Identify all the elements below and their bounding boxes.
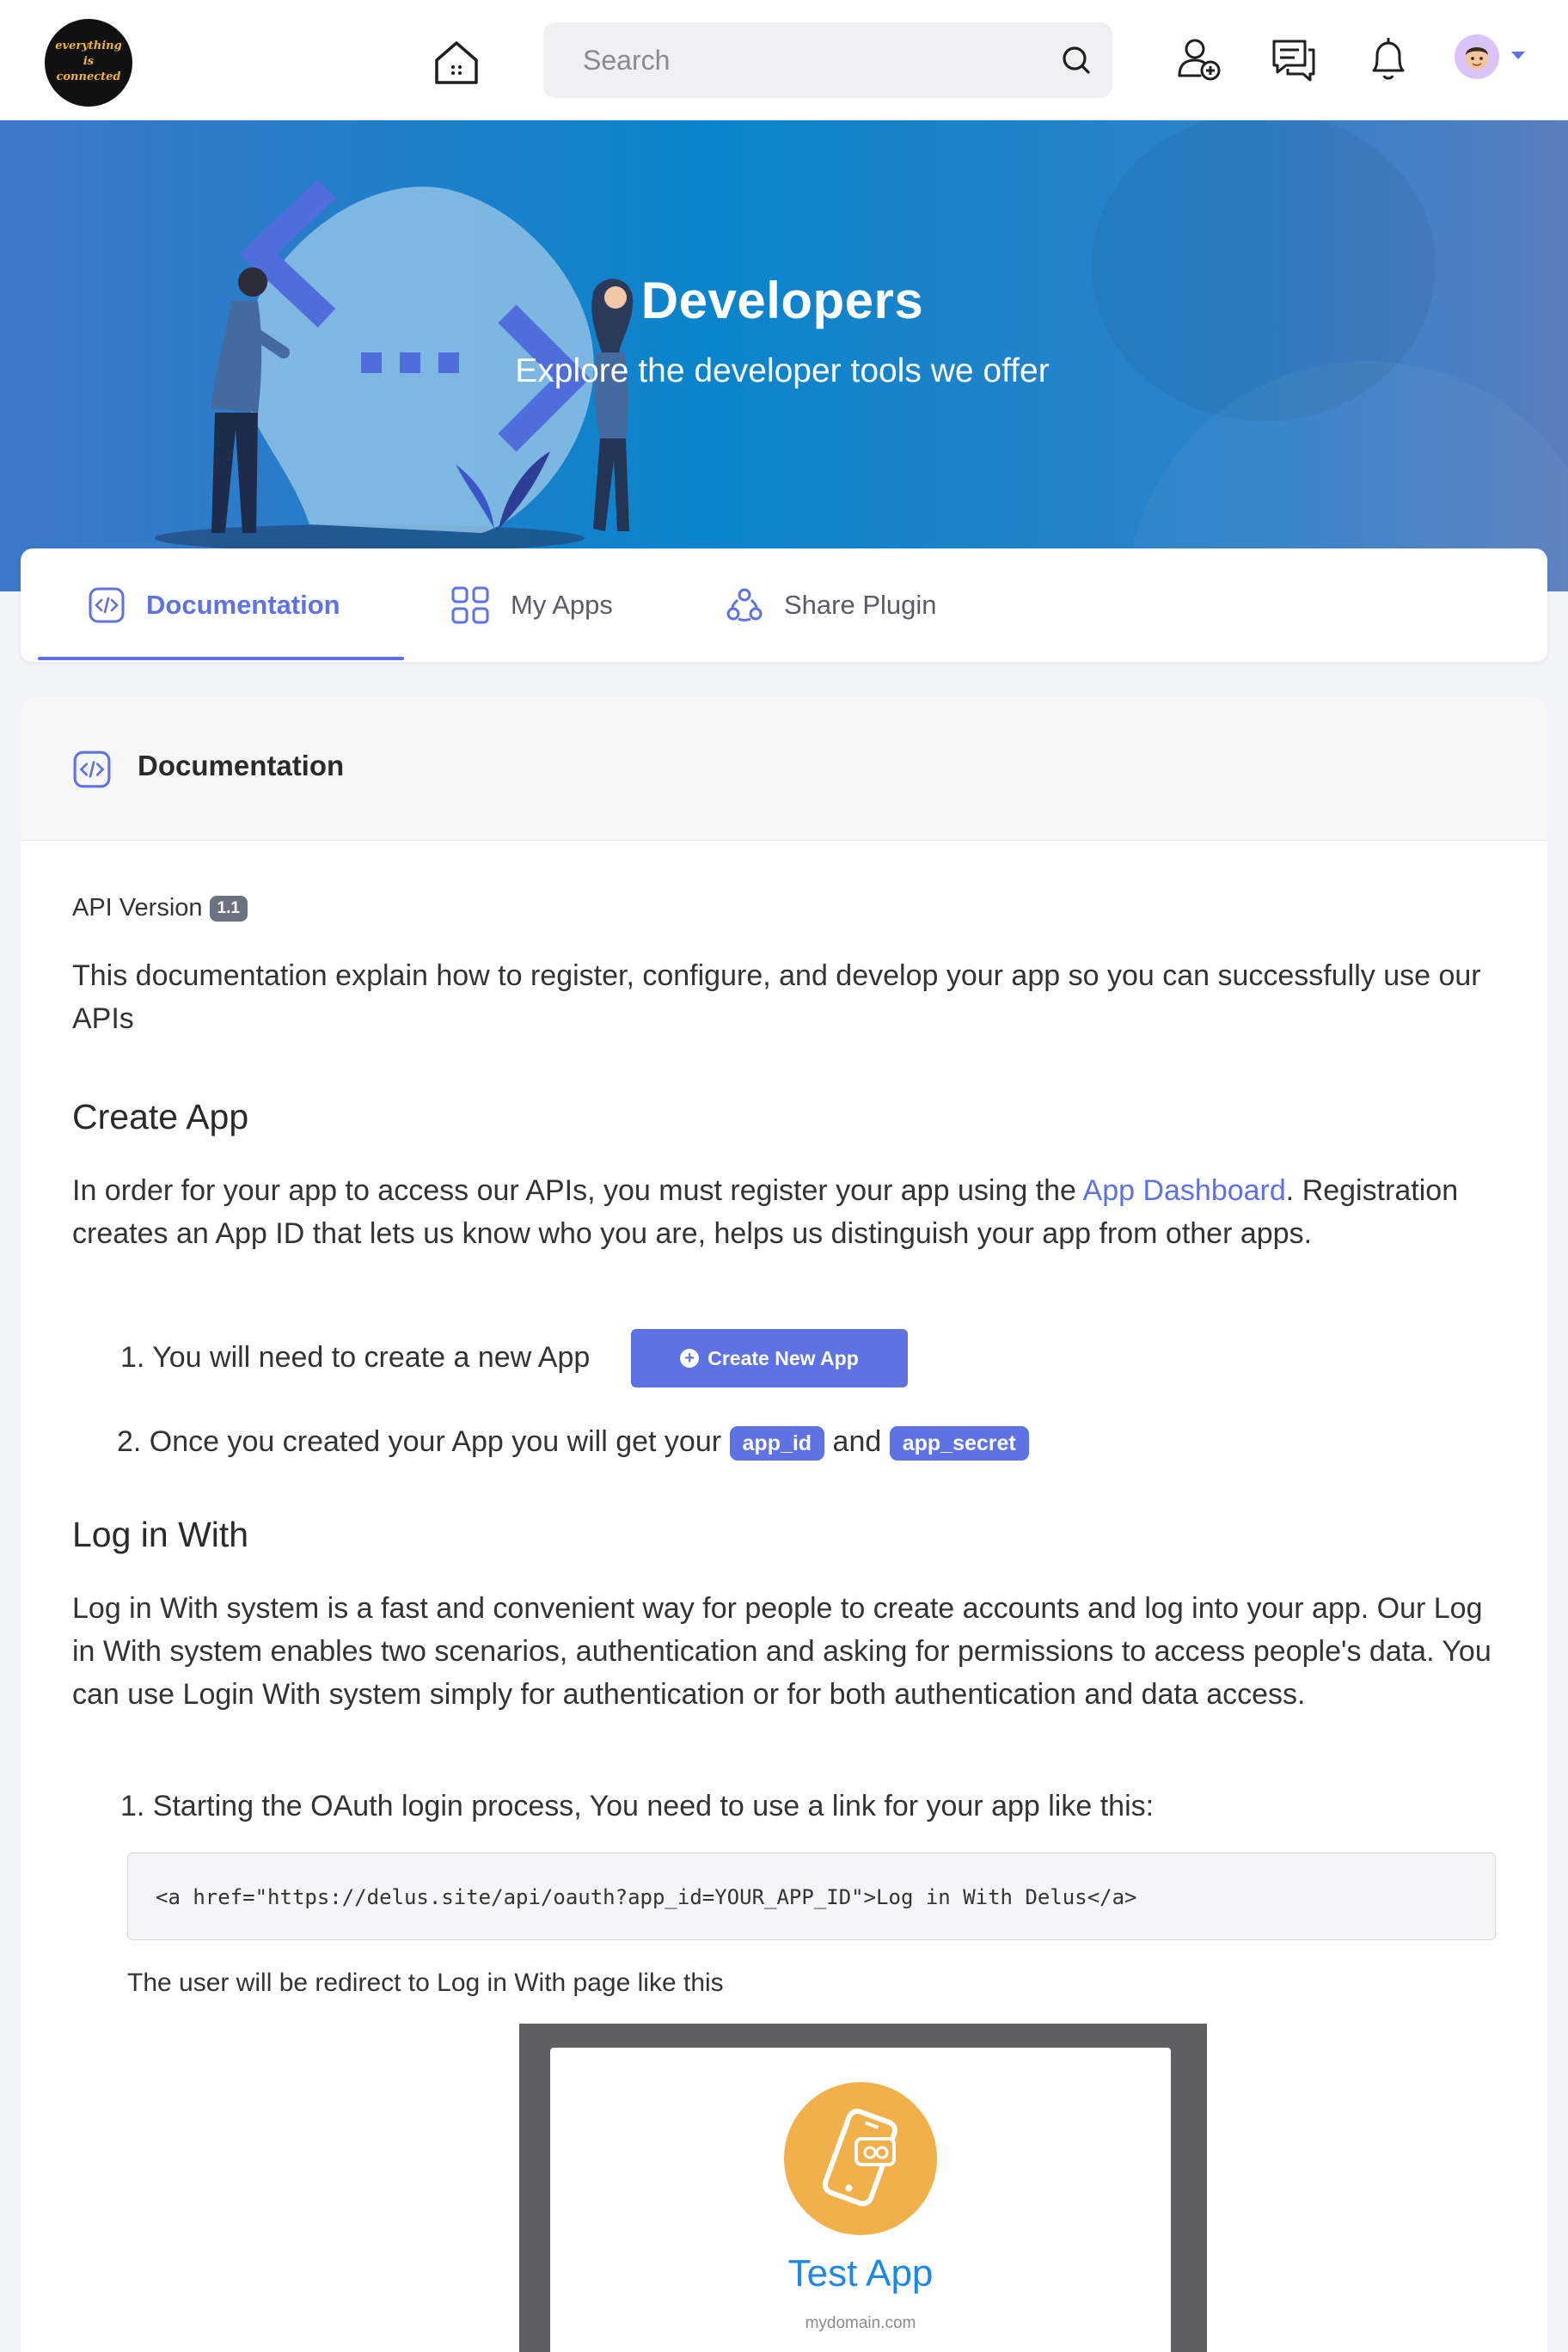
phone-chat-icon bbox=[822, 2108, 897, 2207]
developer-tabs: Documentation My Apps Share Plugin bbox=[21, 548, 1547, 662]
add-friend-icon[interactable] bbox=[1174, 34, 1224, 84]
and-text: and bbox=[832, 1425, 882, 1458]
log-in-with-heading: Log in With bbox=[72, 1515, 249, 1554]
share-icon bbox=[726, 588, 763, 622]
card-title: Documentation bbox=[138, 750, 345, 781]
create-new-app-button[interactable]: + Create New App bbox=[631, 1329, 908, 1387]
app-logo bbox=[784, 2082, 937, 2235]
step-2-text: 2. Once you created your App you will ge… bbox=[117, 1425, 722, 1458]
create-app-step-2: 2. Once you created your App you will ge… bbox=[117, 1420, 1029, 1463]
api-version-badge: 1.1 bbox=[209, 896, 248, 922]
create-app-heading: Create App bbox=[72, 1097, 249, 1136]
messages-icon[interactable] bbox=[1269, 34, 1319, 84]
top-navbar: everything is connected bbox=[0, 0, 1568, 120]
tab-documentation-label: Documentation bbox=[146, 590, 340, 620]
oauth-link-code-block: <a href="https://delus.site/api/oauth?ap… bbox=[127, 1853, 1496, 1940]
app-secret-badge: app_secret bbox=[889, 1426, 1029, 1461]
tab-share-plugin[interactable]: Share Plugin bbox=[726, 548, 937, 662]
api-version-label: API Version bbox=[72, 894, 203, 922]
user-avatar[interactable] bbox=[1455, 34, 1499, 79]
code-icon bbox=[89, 587, 125, 623]
notifications-bell-icon[interactable] bbox=[1363, 34, 1413, 84]
preview-page: Test App mydomain.com bbox=[550, 2048, 1171, 2352]
home-icon[interactable] bbox=[430, 38, 483, 88]
logo-text-line-1: everything bbox=[55, 40, 122, 52]
avatar-face-icon bbox=[1466, 47, 1488, 70]
create-app-paragraph: In order for your app to access our APIs… bbox=[72, 1169, 1516, 1255]
card-header: Documentation bbox=[21, 696, 1547, 841]
active-tab-indicator bbox=[38, 657, 404, 660]
user-menu-dropdown-caret[interactable] bbox=[1511, 52, 1525, 59]
log-in-with-step-1: 1. Starting the OAuth login process, You… bbox=[120, 1790, 1155, 1822]
redirect-note: The user will be redirect to Log in With… bbox=[127, 1969, 724, 1997]
developers-hero-banner: Developers Explore the developer tools w… bbox=[0, 120, 1568, 591]
site-logo[interactable]: everything is connected bbox=[45, 19, 132, 107]
tab-documentation[interactable]: Documentation bbox=[88, 548, 340, 662]
intro-paragraph: This documentation explain how to regist… bbox=[72, 959, 1481, 1035]
documentation-card: Documentation API Version 1.1 This docume… bbox=[21, 696, 1547, 2352]
tab-my-apps-label: My Apps bbox=[511, 590, 613, 620]
search-icon[interactable] bbox=[1059, 43, 1093, 77]
grid-icon bbox=[451, 586, 489, 624]
logo-text-line-2: is bbox=[83, 55, 95, 68]
preview-app-domain: mydomain.com bbox=[805, 2314, 916, 2332]
create-app-step-1: 1. You will need to create a new App bbox=[120, 1341, 591, 1374]
search-input[interactable] bbox=[583, 45, 1030, 76]
plus-circle-icon: + bbox=[680, 1349, 700, 1368]
code-icon bbox=[73, 750, 111, 788]
hero-subtitle: Explore the developer tools we offer bbox=[515, 352, 1050, 389]
logo-text-line-3: connected bbox=[56, 70, 121, 83]
app-dashboard-link[interactable]: App Dashboard bbox=[1083, 1174, 1286, 1207]
api-version: API Version 1.1 bbox=[72, 894, 248, 922]
create-new-app-label: Create New App bbox=[707, 1346, 859, 1369]
create-app-text-1: In order for your app to access our APIs… bbox=[72, 1174, 1083, 1207]
log-in-with-paragraph: Log in With system is a fast and conveni… bbox=[72, 1592, 1491, 1711]
app-id-badge: app_id bbox=[729, 1426, 825, 1461]
login-with-preview-screenshot: Test App mydomain.com bbox=[519, 2024, 1207, 2352]
preview-app-name: Test App bbox=[787, 2252, 934, 2294]
tab-share-plugin-label: Share Plugin bbox=[784, 590, 937, 620]
tab-my-apps[interactable]: My Apps bbox=[450, 548, 613, 662]
hero-title: Developers bbox=[640, 272, 924, 329]
search-box bbox=[543, 22, 1112, 98]
